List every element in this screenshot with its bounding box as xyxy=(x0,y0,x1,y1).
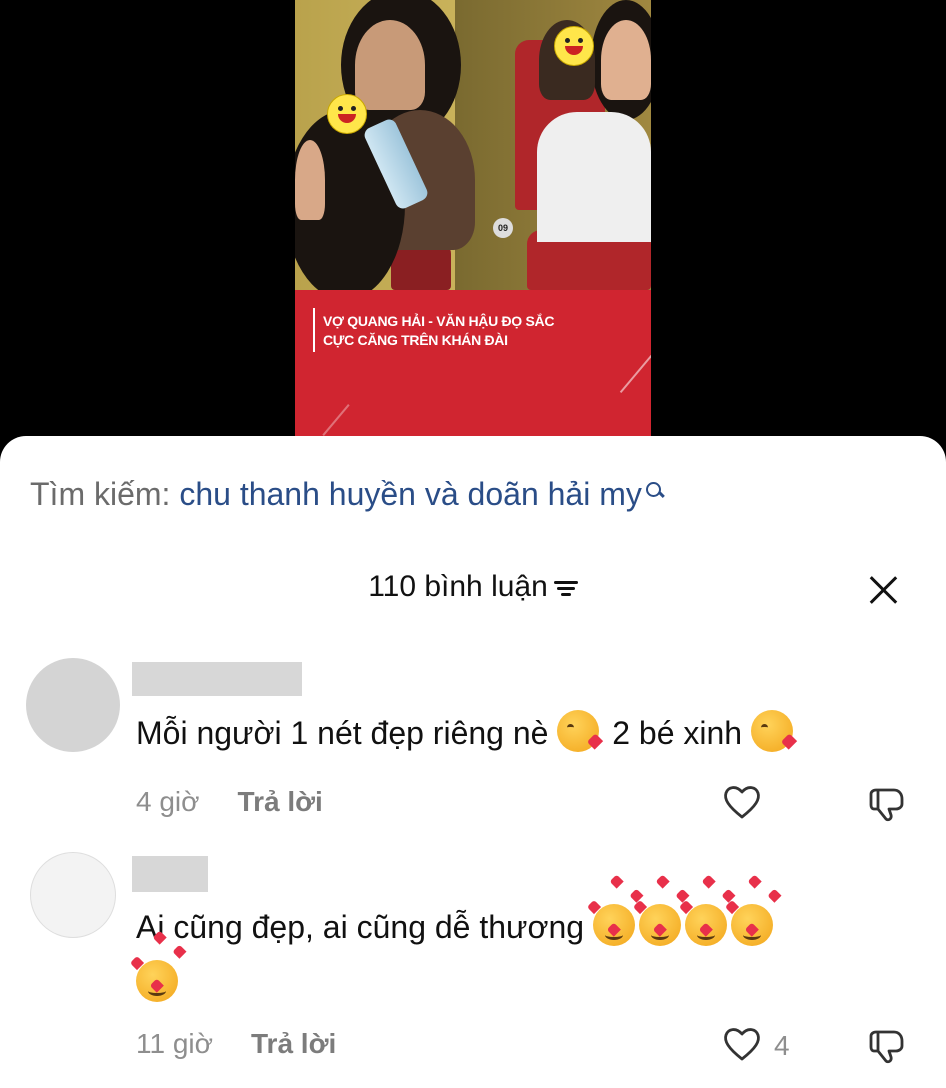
caption-line-1: VỢ QUANG HẢI - VĂN HẬU ĐỌ SẮC xyxy=(323,313,555,329)
face-blur-emoji-icon xyxy=(554,26,594,66)
comment-meta: 11 giờ Trả lời xyxy=(136,1028,336,1060)
comment-meta: 4 giờ Trả lời xyxy=(136,786,323,818)
video-player[interactable]: 09 VỢ QUANG HẢI - VĂN HẬU ĐỌ SẮC CỰC CĂN… xyxy=(0,0,946,460)
search-query-link[interactable]: chu thanh huyền và doãn hải my xyxy=(179,476,642,512)
smiling-face-with-hearts-emoji-icon xyxy=(592,904,635,946)
comment-text: Mỗi người 1 nét đẹp riêng nè 2 bé xinh xyxy=(136,706,797,760)
video-frame[interactable]: 09 VỢ QUANG HẢI - VĂN HẬU ĐỌ SẮC CỰC CĂN… xyxy=(295,0,651,440)
dislike-icon[interactable] xyxy=(866,784,906,824)
dislike-icon[interactable] xyxy=(866,1026,906,1066)
heart-icon[interactable] xyxy=(722,782,762,822)
smiling-face-with-hearts-emoji-icon xyxy=(730,904,773,946)
comment-text: Ai cũng đẹp, ai cũng dễ thương xyxy=(136,900,777,954)
sort-icon[interactable] xyxy=(553,578,578,598)
seat-number: 09 xyxy=(493,218,513,238)
video-scene: 09 xyxy=(295,0,651,290)
face-blowing-kiss-emoji-icon xyxy=(557,710,600,752)
comments-header: 110 bình luận xyxy=(0,570,946,604)
avatar[interactable] xyxy=(30,852,116,938)
video-caption-banner: VỢ QUANG HẢI - VĂN HẬU ĐỌ SẮC CỰC CĂNG T… xyxy=(295,290,651,440)
comment-time: 4 giờ xyxy=(136,786,200,817)
reply-button[interactable]: Trả lời xyxy=(238,786,323,817)
caption-line-2: CỰC CĂNG TRÊN KHÁN ĐÀI xyxy=(323,332,508,348)
smiling-face-with-hearts-emoji-icon xyxy=(638,904,681,946)
comment-count-title: 110 bình luận xyxy=(368,570,548,603)
comment-text-continued xyxy=(136,956,182,1010)
like-count: 4 xyxy=(774,1030,790,1061)
search-suggestion[interactable]: Tìm kiếm: chu thanh huyền và doãn hải my xyxy=(30,476,664,513)
heart-icon[interactable] xyxy=(722,1024,762,1064)
search-label: Tìm kiếm: xyxy=(30,476,171,512)
close-icon[interactable] xyxy=(866,572,900,606)
avatar[interactable] xyxy=(26,658,120,752)
username-redacted[interactable] xyxy=(132,662,302,696)
comment-time: 11 giờ xyxy=(136,1028,213,1059)
face-blur-emoji-icon xyxy=(327,94,367,134)
face-blowing-kiss-emoji-icon xyxy=(750,710,793,752)
smiling-face-with-hearts-emoji-icon xyxy=(136,960,178,1002)
username-redacted[interactable] xyxy=(132,856,208,892)
reply-button[interactable]: Trả lời xyxy=(251,1028,336,1059)
comments-sheet: Tìm kiếm: chu thanh huyền và doãn hải my… xyxy=(0,436,946,1088)
search-icon xyxy=(644,476,664,498)
smiling-face-with-hearts-emoji-icon xyxy=(684,904,727,946)
